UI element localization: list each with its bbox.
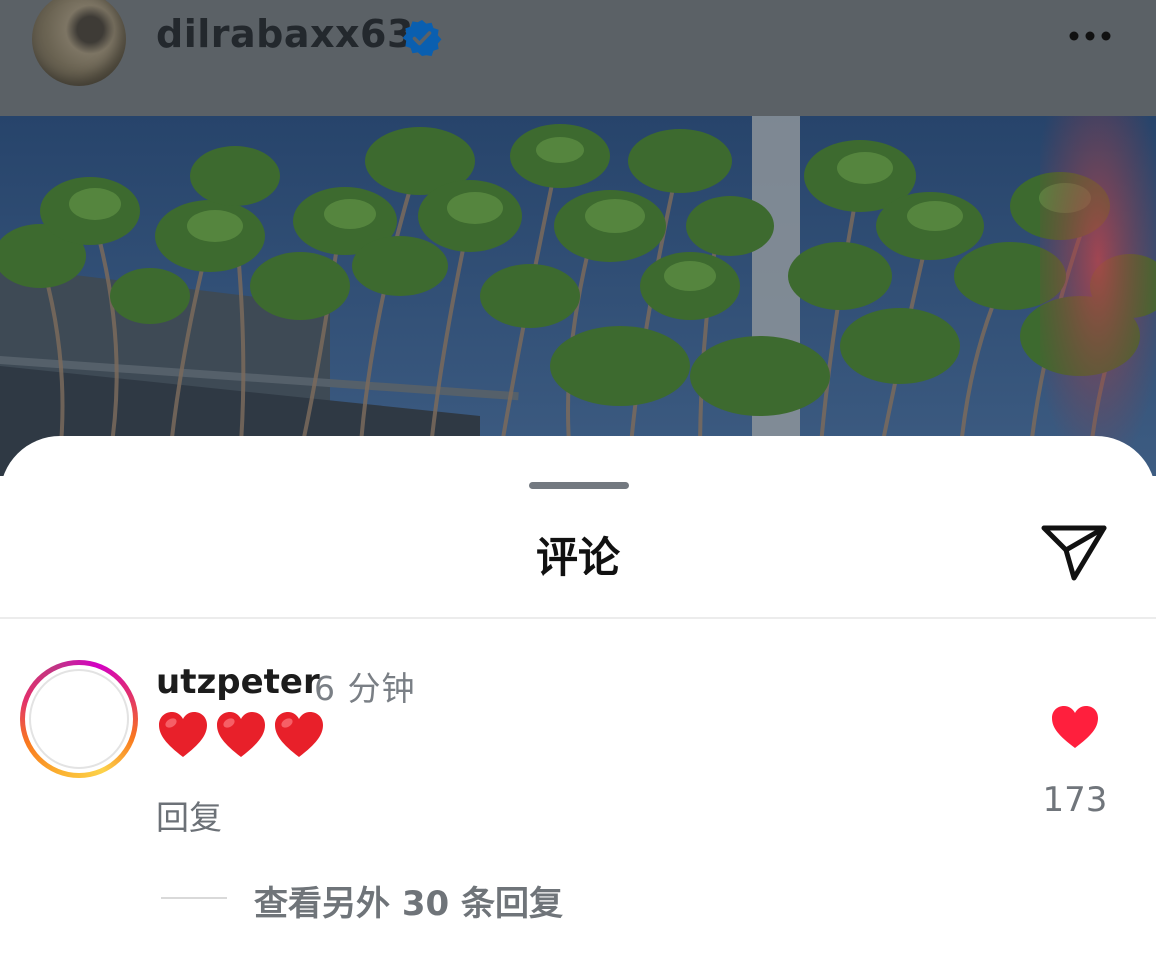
comment-username[interactable]: utzpeter — [156, 662, 320, 702]
red-heart-emoji-icon — [217, 712, 265, 757]
sheet-drag-handle[interactable] — [529, 482, 629, 489]
red-heart-emoji-icon — [275, 712, 323, 757]
avatar-image — [29, 669, 129, 769]
more-options-icon[interactable] — [1060, 14, 1120, 58]
like-count: 173 — [1042, 780, 1108, 820]
sheet-divider — [0, 617, 1156, 619]
replies-divider-line — [161, 897, 227, 899]
comments-sheet: 评论 utzpeter 6 分钟 回复 173 查看另外 30 条回复 — [0, 436, 1156, 976]
reply-button[interactable]: 回复 — [156, 791, 222, 839]
comment-avatar[interactable] — [20, 660, 138, 778]
verified-badge-icon — [402, 20, 442, 57]
sheet-title: 评论 — [535, 533, 620, 582]
heart-like-icon[interactable] — [1050, 704, 1100, 750]
comment-text — [156, 708, 330, 768]
post-photo[interactable] — [0, 116, 1156, 476]
post-author-username[interactable]: dilrabaxx63 — [156, 12, 414, 56]
send-paper-plane-icon[interactable] — [1038, 520, 1110, 584]
red-heart-emoji-icon — [159, 712, 207, 757]
post-header: dilrabaxx63 — [0, 0, 1156, 116]
view-more-replies-button[interactable]: 查看另外 30 条回复 — [254, 876, 563, 925]
comment-timestamp: 6 分钟 — [314, 669, 416, 708]
post-author-avatar[interactable] — [32, 0, 126, 86]
